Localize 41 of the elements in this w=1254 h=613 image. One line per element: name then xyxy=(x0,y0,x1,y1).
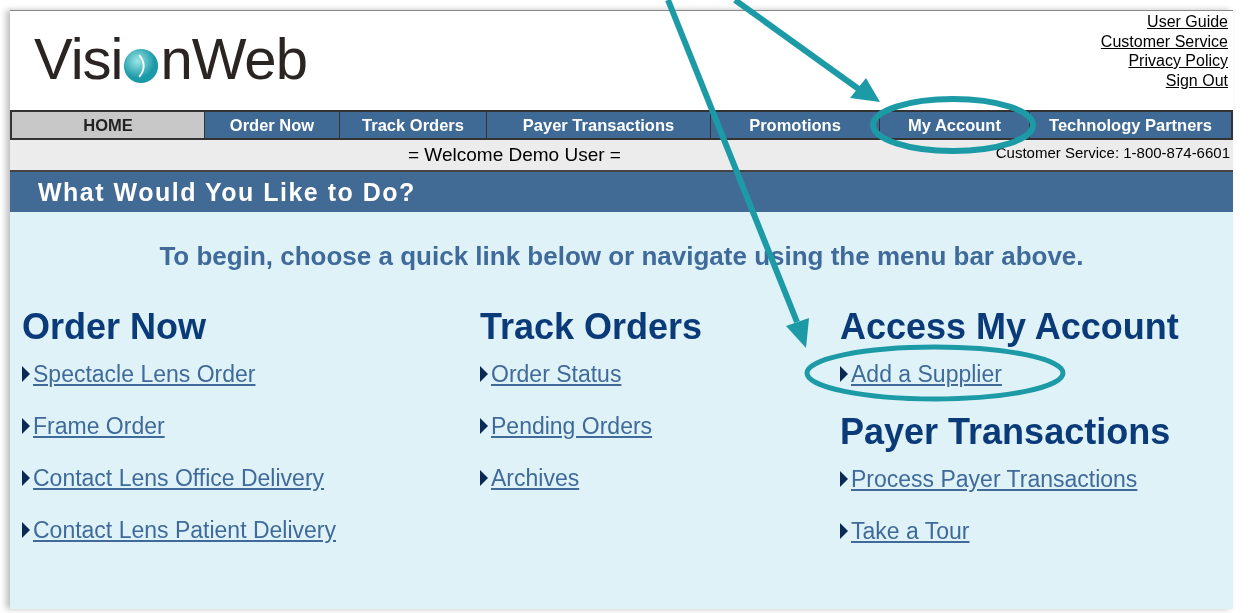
lens-logo-icon xyxy=(123,47,160,84)
header-link[interactable]: Privacy Policy xyxy=(1128,51,1228,71)
header-link[interactable]: Customer Service xyxy=(1100,31,1228,51)
triangle-bullet-icon xyxy=(480,470,488,486)
quick-link[interactable]: Order Status xyxy=(491,360,622,388)
quick-link[interactable]: Pending Orders xyxy=(491,412,653,440)
nav-tab[interactable]: Payer Transactions xyxy=(487,112,711,138)
triangle-bullet-icon xyxy=(840,366,848,382)
quick-link[interactable]: Contact Lens Patient Delivery xyxy=(33,516,336,544)
triangle-bullet-icon xyxy=(480,366,488,382)
section-heading: Access My Account xyxy=(840,307,1180,347)
header-link[interactable]: User Guide xyxy=(1147,12,1228,32)
quick-link[interactable]: Contact Lens Office Delivery xyxy=(33,464,325,492)
quick-link[interactable]: Process Payer Transactions xyxy=(851,465,1138,493)
header-link[interactable]: Sign Out xyxy=(1165,70,1228,90)
banner: What Would You Like to Do? xyxy=(10,172,1233,212)
triangle-bullet-icon xyxy=(22,418,30,434)
nav-tab[interactable]: Technology Partners xyxy=(1030,112,1231,138)
quick-link[interactable]: Take a Tour xyxy=(851,517,970,545)
triangle-bullet-icon xyxy=(480,418,488,434)
triangle-bullet-icon xyxy=(840,523,848,539)
triangle-bullet-icon xyxy=(22,366,30,382)
nav-tab[interactable]: Order Now xyxy=(205,112,340,138)
quick-link[interactable]: Add a Supplier xyxy=(851,360,1002,388)
nav-tab[interactable]: Promotions xyxy=(711,112,880,138)
nav-tab[interactable]: Track Orders xyxy=(340,112,487,138)
section-heading: Track Orders xyxy=(480,307,704,347)
triangle-bullet-icon xyxy=(840,471,848,487)
quick-link[interactable]: Frame Order xyxy=(33,412,165,440)
welcome-text: = Welcome Demo User = xyxy=(408,144,621,166)
quick-link[interactable]: Archives xyxy=(491,464,580,492)
nav-tab[interactable]: HOME xyxy=(12,112,205,138)
triangle-bullet-icon xyxy=(22,522,30,538)
section-heading: Payer Transactions xyxy=(840,412,1172,452)
logo-text: nWeb xyxy=(160,25,307,92)
triangle-bullet-icon xyxy=(22,470,30,486)
logo-text: Visi xyxy=(34,25,123,92)
nav-tab[interactable]: My Account xyxy=(880,112,1030,138)
quick-link[interactable]: Spectacle Lens Order xyxy=(33,360,256,388)
section-heading: Order Now xyxy=(22,307,208,347)
phone-text: Customer Service: 1-800-874-6601 xyxy=(995,143,1230,161)
